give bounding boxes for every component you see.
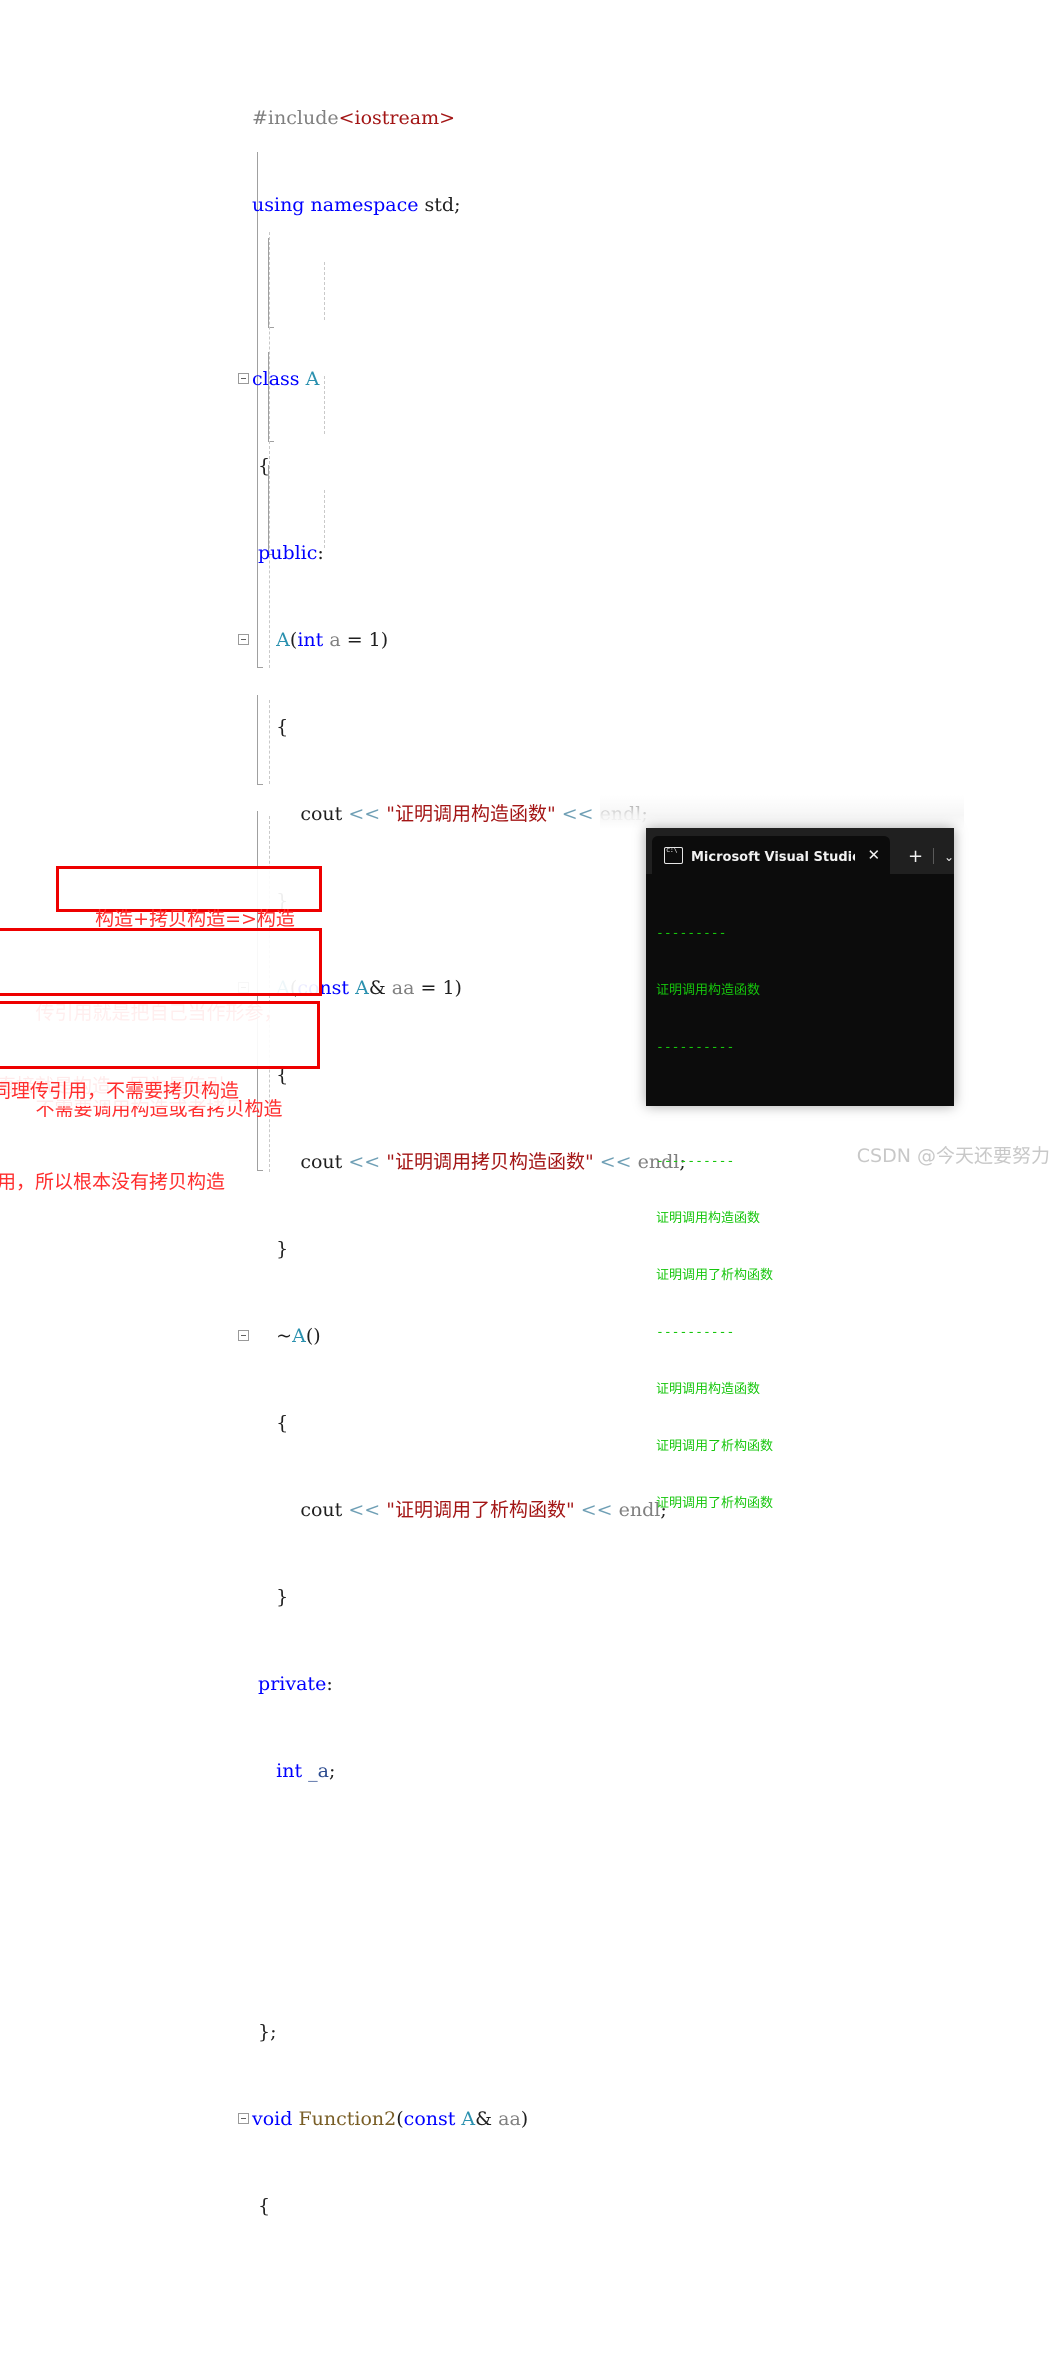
console-line: 证明调用构造函数 <box>656 983 761 998</box>
console-line: ---------- <box>656 1325 735 1340</box>
console-tab-title: Microsoft Visual Studio 调试控 <box>691 849 855 865</box>
console-line: ---------- <box>656 1040 735 1055</box>
code-line-21[interactable] <box>252 1844 686 1873</box>
code-line-16[interactable]: { <box>252 1409 686 1438</box>
new-tab-icon[interactable]: + <box>908 848 923 874</box>
console-line: --------- <box>656 926 727 941</box>
code-text[interactable]: #include<iostream> using namespace std; … <box>238 46 686 2356</box>
console-window[interactable]: Microsoft Visual Studio 调试控 ✕ + ⌄ ------… <box>646 828 954 1511</box>
terminal-icon <box>664 846 683 864</box>
csdn-watermark: CSDN @今天还要努力 <box>856 1145 1050 1167</box>
code-line-9[interactable]: cout << "证明调用构造函数" << endl; <box>252 800 686 829</box>
console-line: 证明调用构造函数 <box>656 1211 761 1226</box>
code-line-7[interactable]: A(int a = 1) <box>238 626 686 655</box>
console-output[interactable]: --------- 证明调用构造函数 ---------- ----------… <box>646 874 954 1551</box>
annotation-note-same-principle: 同理传引用，不需要拷贝构造 <box>0 1076 240 1106</box>
chevron-down-icon[interactable]: ⌄ <box>944 850 954 874</box>
fold-toggle-function2[interactable] <box>238 2113 249 2124</box>
console-tab[interactable]: Microsoft Visual Studio 调试控 ✕ <box>652 836 891 874</box>
code-line-24[interactable]: void Function2(const A& aa) <box>238 2105 686 2134</box>
code-line-19[interactable]: private: <box>252 1670 686 1699</box>
console-line: 证明调用了析构函数 <box>656 1439 774 1454</box>
code-line-26[interactable] <box>252 2279 686 2308</box>
code-line-25[interactable]: { <box>252 2192 686 2221</box>
console-line: 证明调用了析构函数 <box>656 1496 774 1511</box>
code-line-17[interactable]: cout << "证明调用了析构函数" << endl; <box>252 1496 686 1525</box>
fold-toggle-ctor[interactable] <box>238 634 249 645</box>
code-line-20[interactable]: int _a; <box>252 1757 686 1786</box>
code-line-23[interactable]: }; <box>252 2018 686 2047</box>
console-line: 证明调用构造函数 <box>656 1382 761 1397</box>
annotation-box-pass-by-reference: 传引用就是把自己当作形参， 不需要调用构造或者拷贝构造 <box>0 928 322 1120</box>
code-line-13[interactable]: cout << "证明调用拷贝构造函数" << endl; <box>252 1148 685 1177</box>
annotation-box-direct-construct: 直接就是构造，因为是传引 用，所以根本没有拷贝构造 <box>0 1001 320 1193</box>
code-line-4[interactable]: class A <box>238 365 686 394</box>
code-line-1[interactable]: #include<iostream> <box>252 104 686 133</box>
tabbar-divider <box>933 848 934 864</box>
fold-toggle-dtor[interactable] <box>238 1330 249 1341</box>
annotation-text-line: 用，所以根本没有拷贝构造 <box>0 1171 226 1193</box>
code-line-15[interactable]: ~A() <box>238 1322 686 1351</box>
annotation-box-construct: 构造+拷贝构造=>构造 <box>56 866 322 930</box>
close-icon[interactable]: ✕ <box>867 847 880 863</box>
code-line-14[interactable]: } <box>252 1235 686 1264</box>
code-line-5[interactable]: { <box>252 452 686 481</box>
console-line: 证明调用了析构函数 <box>656 1268 774 1283</box>
code-line-18[interactable]: } <box>252 1583 686 1612</box>
fold-toggle-class[interactable] <box>238 373 249 384</box>
console-tab-bar[interactable]: Microsoft Visual Studio 调试控 ✕ + ⌄ <box>646 828 954 874</box>
code-line-8[interactable]: { <box>252 713 686 742</box>
annotation-text: 构造+拷贝构造=>构造 <box>95 908 295 930</box>
code-line-6[interactable]: public: <box>252 539 686 568</box>
code-line-2[interactable]: using namespace std; <box>252 191 686 220</box>
code-line-22[interactable] <box>252 1931 686 1960</box>
code-line-3[interactable] <box>252 278 686 307</box>
